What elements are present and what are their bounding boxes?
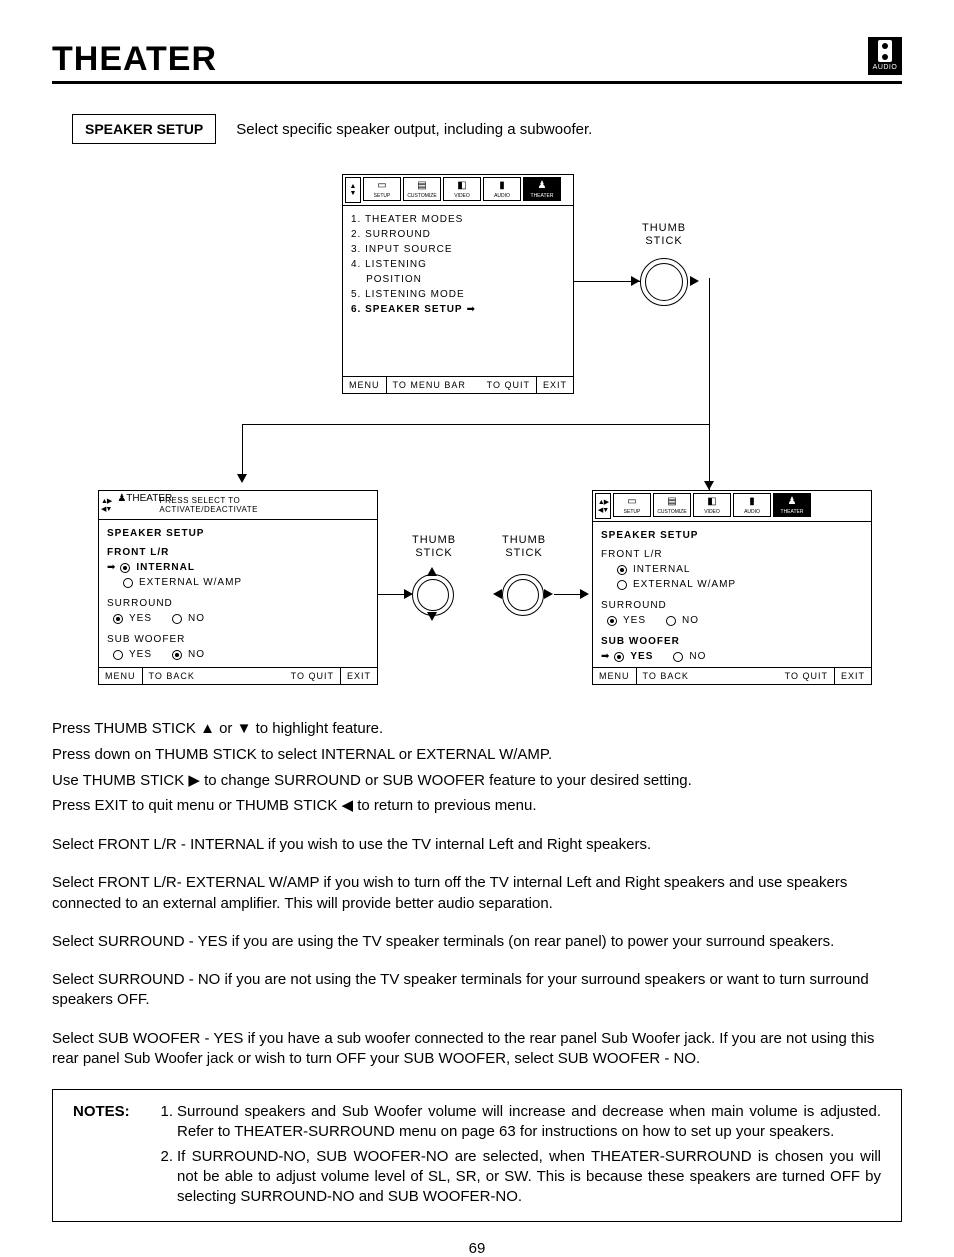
- paragraph: Select FRONT L/R - INTERNAL if you wish …: [52, 835, 902, 855]
- page-number: 69: [52, 1240, 902, 1257]
- thumb-stick-icon: [412, 574, 454, 616]
- arrow-down-icon: [427, 612, 437, 621]
- notes-label: NOTES:: [73, 1102, 153, 1143]
- instructions: Press THUMB STICK ▲ or ▼ to highlight fe…: [52, 718, 902, 817]
- intro-text: Select specific speaker output, includin…: [236, 121, 592, 138]
- menu-panel-top: ▲▼ ▭SETUP ▤CUSTOMIZE ◧VIDEO ▮AUDIO ♟THEA…: [342, 174, 574, 394]
- notes-box: NOTES: 1. Surround speakers and Sub Woof…: [52, 1089, 902, 1222]
- radio-empty-icon: [123, 578, 133, 588]
- arrow-right-icon: ➡: [467, 302, 476, 317]
- paragraph: Select FRONT L/R- EXTERNAL W/AMP if you …: [52, 873, 902, 914]
- arrow-right-icon: [544, 589, 553, 599]
- menu-list: 1. THEATER MODES 2. SURROUND 3. INPUT SO…: [343, 206, 573, 319]
- thumb-arrow-right-icon: [690, 276, 699, 286]
- arrow-left-icon: [493, 589, 502, 599]
- theater-icon: ♟THEATER: [523, 177, 561, 201]
- setup-icon: ▭SETUP: [363, 177, 401, 201]
- paragraph: Select SURROUND - YES if you are using t…: [52, 932, 902, 952]
- icon-row: ▲▼ ▭SETUP ▤CUSTOMIZE ◧VIDEO ▮AUDIO ♟THEA…: [343, 175, 573, 206]
- option-external: EXTERNAL W/AMP: [107, 575, 369, 590]
- video-icon: ◧VIDEO: [693, 493, 731, 517]
- speaker-setup-label: SPEAKER SETUP: [72, 114, 216, 144]
- nav-arrows-icon: ▲▶◀▼: [595, 493, 611, 519]
- diagram: ▲▼ ▭SETUP ▤CUSTOMIZE ◧VIDEO ▮AUDIO ♟THEA…: [52, 174, 902, 704]
- thumb-stick-label: THUMB STICK: [642, 222, 686, 248]
- menu-item-speaker-setup: 6. SPEAKER SETUP ➡: [351, 302, 565, 317]
- nav-arrows-icon: ▲▼: [345, 177, 361, 203]
- thumb-stick-icon: [502, 574, 544, 616]
- thumb-stick-label: THUMB STICK: [502, 534, 546, 560]
- theater-icon: ♟THEATER: [117, 493, 153, 517]
- setup-icon: ▭SETUP: [613, 493, 651, 517]
- audio-icon: AUDIO: [868, 37, 902, 75]
- option-internal: ➡INTERNAL: [107, 560, 369, 575]
- nav-arrows-icon: ▲▶◀▼: [101, 497, 111, 513]
- arrow-right-icon: ➡: [107, 560, 116, 575]
- radio-filled-icon: [120, 563, 130, 573]
- thumb-stick-icon: [640, 258, 688, 306]
- arrow-up-icon: [427, 567, 437, 576]
- customize-icon: ▤CUSTOMIZE: [653, 493, 691, 517]
- arrow-right-icon: ➡: [601, 649, 610, 664]
- video-icon: ◧VIDEO: [443, 177, 481, 201]
- page-header: THEATER AUDIO: [52, 40, 902, 84]
- audio-icon-tab: ▮AUDIO: [733, 493, 771, 517]
- thumb-stick-label: THUMB STICK: [412, 534, 456, 560]
- menu-panel-right: ▲▶◀▼ ▭SETUP ▤CUSTOMIZE ◧VIDEO ▮AUDIO ♟TH…: [592, 490, 872, 685]
- theater-icon: ♟THEATER: [773, 493, 811, 517]
- intro-row: SPEAKER SETUP Select specific speaker ou…: [72, 114, 902, 144]
- option-subwoofer-yes: ➡YESNO: [601, 649, 863, 664]
- paragraph: Select SURROUND - NO if you are not usin…: [52, 970, 902, 1011]
- menu-panel-left: ▲▶◀▼ ♟THEATER PRESS SELECT TO ACTIVATE/D…: [98, 490, 378, 685]
- audio-icon-tab: ▮AUDIO: [483, 177, 521, 201]
- page-title: THEATER: [52, 40, 217, 79]
- paragraph: Select SUB WOOFER - YES if you have a su…: [52, 1029, 902, 1070]
- customize-icon: ▤CUSTOMIZE: [403, 177, 441, 201]
- activate-hint: PRESS SELECT TO ACTIVATE/DEACTIVATE: [159, 496, 258, 514]
